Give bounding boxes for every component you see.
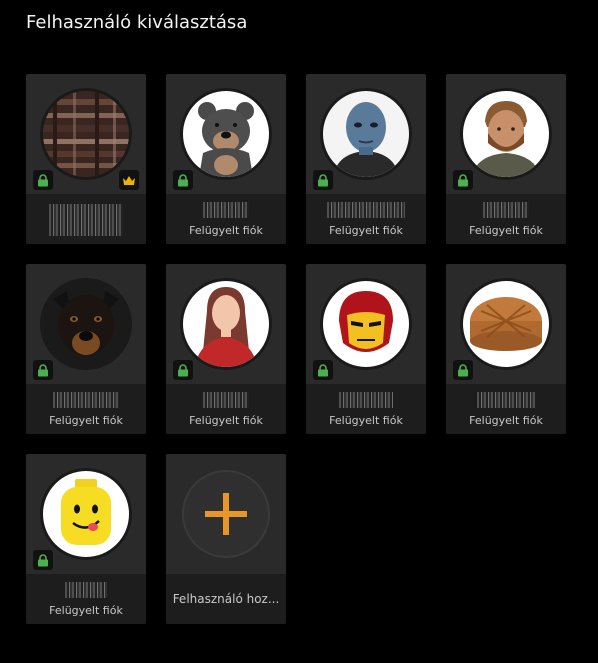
account-status: Felügyelt fiók bbox=[49, 414, 123, 427]
user-tile[interactable] bbox=[26, 74, 146, 244]
woman-silhouette-avatar bbox=[183, 281, 269, 367]
account-status: Felügyelt fiók bbox=[469, 414, 543, 427]
abstract-texture-avatar bbox=[43, 91, 129, 177]
lock-icon bbox=[33, 360, 53, 380]
redacted-username bbox=[65, 582, 107, 598]
lock-icon bbox=[453, 360, 473, 380]
page-title: Felhasználó kiválasztása bbox=[26, 12, 248, 33]
account-status: Felügyelt fiók bbox=[469, 224, 543, 237]
user-grid: Felügyelt fiók Felügyelt fiók Felügyelt … bbox=[26, 74, 586, 634]
account-status: Felügyelt fiók bbox=[49, 604, 123, 617]
lock-icon bbox=[313, 170, 333, 190]
user-tile[interactable]: Felügyelt fiók bbox=[446, 74, 566, 244]
account-status: Felügyelt fiók bbox=[329, 224, 403, 237]
user-tile[interactable]: Felügyelt fiók bbox=[166, 264, 286, 434]
lock-icon bbox=[173, 360, 193, 380]
redacted-username bbox=[327, 202, 405, 218]
lock-icon bbox=[33, 550, 53, 570]
lock-icon bbox=[453, 170, 473, 190]
redacted-username bbox=[339, 392, 393, 408]
user-tile[interactable]: Felügyelt fiók bbox=[26, 264, 146, 434]
toy-head-avatar bbox=[43, 471, 129, 557]
plus-icon bbox=[182, 470, 270, 558]
user-tile[interactable]: Felügyelt fiók bbox=[306, 74, 426, 244]
account-status: Felügyelt fiók bbox=[189, 224, 263, 237]
account-status: Felügyelt fiók bbox=[189, 414, 263, 427]
add-user-label: Felhasználó hoz... bbox=[172, 592, 280, 606]
redacted-username bbox=[53, 392, 119, 408]
mooncake-avatar bbox=[463, 281, 549, 367]
redacted-username bbox=[477, 392, 535, 408]
man-portrait-avatar bbox=[463, 91, 549, 177]
redacted-username bbox=[203, 202, 249, 218]
crown-icon bbox=[119, 170, 139, 190]
redacted-username bbox=[483, 202, 529, 218]
redacted-username bbox=[49, 204, 123, 236]
user-tile[interactable]: Felügyelt fiók bbox=[446, 264, 566, 434]
lock-icon bbox=[33, 170, 53, 190]
lock-icon bbox=[173, 170, 193, 190]
redacted-username bbox=[203, 392, 249, 408]
bear-avatar bbox=[183, 91, 269, 177]
user-tile[interactable]: Felügyelt fiók bbox=[306, 264, 426, 434]
user-tile[interactable]: Felügyelt fiók bbox=[26, 454, 146, 624]
lock-icon bbox=[313, 360, 333, 380]
account-status: Felügyelt fiók bbox=[329, 414, 403, 427]
alien-avatar bbox=[323, 91, 409, 177]
add-user-button[interactable]: Felhasználó hoz... bbox=[166, 454, 286, 624]
dog-avatar bbox=[43, 281, 129, 367]
user-tile[interactable]: Felügyelt fiók bbox=[166, 74, 286, 244]
iron-mask-avatar bbox=[323, 281, 409, 367]
